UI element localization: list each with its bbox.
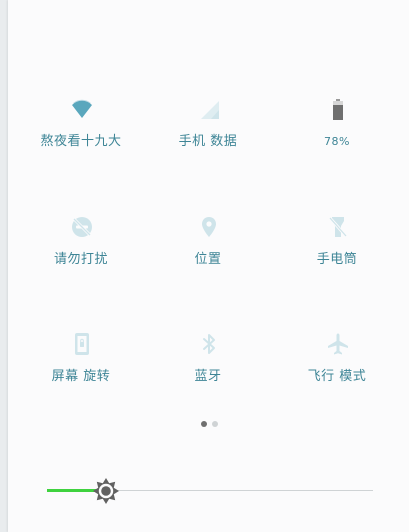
- tile-battery[interactable]: 78%: [277, 97, 397, 177]
- tile-flashlight-label: 手电筒: [316, 252, 358, 267]
- tile-bluetooth[interactable]: 蓝牙: [148, 332, 268, 412]
- tile-airplane-mode-label: 飞行 模式: [307, 369, 367, 384]
- tile-mobile-data[interactable]: 手机 数据: [148, 97, 268, 177]
- page-dot[interactable]: [212, 421, 218, 427]
- quick-settings-panel: 熬夜看十九大 手机 数据 78% 请勿打扰 位置 手电筒 屏幕 旋转 蓝牙 飞行…: [8, 0, 409, 532]
- tile-mobile-data-label: 手机 数据: [178, 134, 238, 149]
- page-dot-active[interactable]: [201, 421, 207, 427]
- tile-flashlight[interactable]: 手电筒: [277, 215, 397, 295]
- tile-location-label: 位置: [194, 252, 222, 267]
- screen-rotation-icon: [75, 333, 89, 355]
- tile-screen-rotation-label: 屏幕 旋转: [51, 369, 111, 384]
- wifi-icon: [72, 99, 92, 118]
- tile-bluetooth-label: 蓝牙: [194, 369, 222, 384]
- airplane-icon: [328, 333, 348, 355]
- brightness-slider[interactable]: [47, 478, 373, 504]
- location-pin-icon: [202, 217, 216, 237]
- tile-do-not-disturb[interactable]: 请勿打扰: [21, 215, 141, 295]
- bluetooth-icon: [203, 334, 215, 354]
- brightness-icon[interactable]: [93, 478, 119, 504]
- tile-screen-rotation[interactable]: 屏幕 旋转: [21, 332, 141, 412]
- battery-icon: [333, 99, 343, 120]
- tile-battery-label: 78%: [324, 135, 350, 148]
- tile-airplane-mode[interactable]: 飞行 模式: [277, 332, 397, 412]
- cellular-signal-icon: [201, 101, 219, 119]
- do-not-disturb-icon: [72, 217, 92, 237]
- flashlight-icon: [328, 217, 348, 237]
- tile-wifi-label: 熬夜看十九大: [40, 134, 122, 149]
- page-indicator: [201, 421, 225, 429]
- tile-do-not-disturb-label: 请勿打扰: [53, 252, 108, 267]
- tile-wifi[interactable]: 熬夜看十九大: [21, 97, 141, 177]
- tile-location[interactable]: 位置: [148, 215, 268, 295]
